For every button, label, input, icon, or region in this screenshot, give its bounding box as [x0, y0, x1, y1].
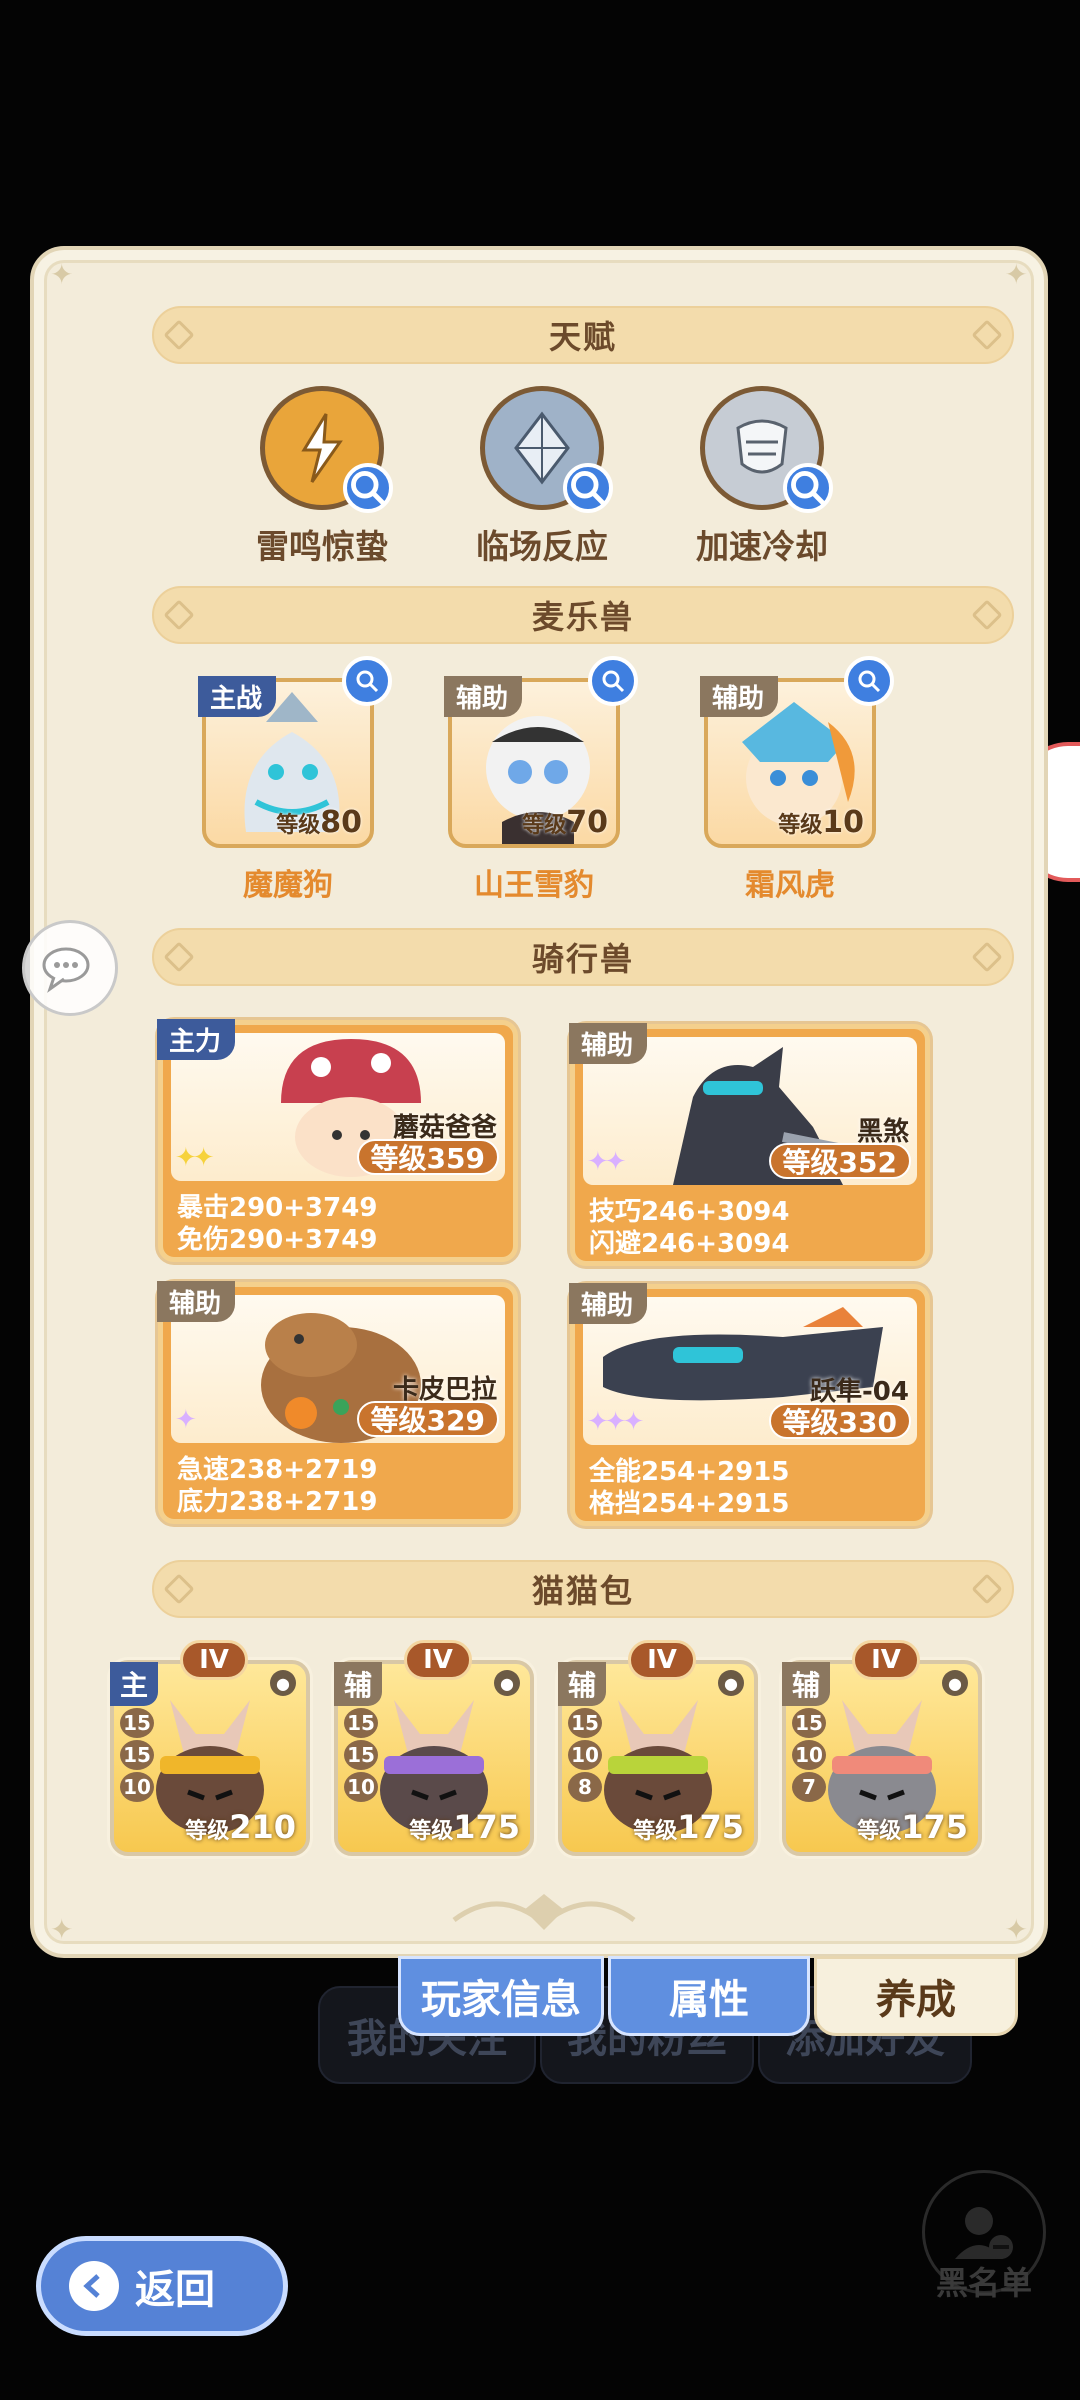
mount-role-badge: 主力: [157, 1019, 236, 1060]
mount-stat: 免伤290+3749: [177, 1225, 378, 1255]
bag-stat-num: 15: [344, 1708, 378, 1738]
armor-icon: [700, 386, 833, 513]
mount-stat: 格挡254+2915: [589, 1489, 790, 1519]
blacklist-label: 黑名单: [935, 2264, 1032, 2302]
corner-ornament-icon: ✦: [50, 258, 74, 291]
star-icon: ✦✦: [175, 1143, 215, 1173]
search-icon[interactable]: [343, 463, 393, 513]
search-icon[interactable]: [563, 463, 613, 513]
bag-level: 等级175: [409, 1808, 520, 1846]
bag-stat-num: 15: [120, 1708, 154, 1738]
thunder-icon: [260, 386, 393, 513]
pet-role-badge: 辅助: [700, 676, 779, 717]
talent-item[interactable]: 加速冷却: [662, 386, 862, 568]
mount-card[interactable]: 辅助 黑煞 等级352 ✦✦ 技巧246+3094 闪避246+3094: [569, 1023, 930, 1266]
bag-level: 等级210: [185, 1808, 296, 1846]
pet-name: 山王雪豹: [474, 868, 594, 903]
corner-ornament-icon: ✦: [1004, 258, 1028, 291]
chat-icon: [42, 947, 90, 993]
pet-name: 霜风虎: [745, 868, 835, 903]
bag-stat-num: 15: [568, 1708, 602, 1738]
pet-card[interactable]: 等级80 主战 魔魔狗: [198, 656, 392, 904]
chat-button[interactable]: [22, 920, 118, 1016]
bag-stat-num: 10: [568, 1740, 602, 1770]
pet-card[interactable]: 等级10 辅助 霜风虎: [700, 656, 894, 904]
tab-player-info[interactable]: 玩家信息: [398, 1956, 604, 2036]
mount-level: 等级352: [768, 1143, 911, 1179]
talent-label: 加速冷却: [696, 527, 828, 566]
section-header-talents: 天赋: [152, 306, 1014, 364]
pet-card[interactable]: 等级70 辅助 山王雪豹: [444, 656, 638, 904]
mount-level: 等级359: [356, 1139, 499, 1175]
search-icon[interactable]: [844, 656, 894, 706]
cultivation-panel: ✦ ✦ ✦ ✦ 天赋 雷鸣惊蛰 临场反应 加速冷却 麦乐兽 等级80 主战 魔魔…: [30, 246, 1048, 1958]
cat-bag-card[interactable]: IV 辅 ● 15 10 7 等级175: [782, 1640, 982, 1856]
section-header-bags: 猫猫包: [152, 1560, 1014, 1618]
mount-card[interactable]: 主力 蘑菇爸爸 等级359 ✦✦ 暴击290+3749 免伤290+3749: [157, 1019, 518, 1262]
star-icon: ✦: [175, 1405, 197, 1435]
bag-level: 等级175: [857, 1808, 968, 1846]
star-icon: ✦✦: [587, 1147, 627, 1177]
pet-role-badge: 辅助: [444, 676, 523, 717]
talent-label: 临场反应: [476, 527, 608, 566]
tab-cultivation[interactable]: 养成: [814, 1956, 1018, 2036]
bag-stat-num: 8: [568, 1772, 602, 1802]
crystal-icon: [480, 386, 613, 513]
mount-stat: 闪避246+3094: [589, 1229, 790, 1259]
mount-card[interactable]: 辅助 卡皮巴拉 等级329 ✦ 急速238+2719 底力238+2719: [157, 1281, 518, 1524]
bag-stat-num: 10: [120, 1772, 154, 1802]
search-icon[interactable]: [783, 463, 833, 513]
section-header-mounts: 骑行兽: [152, 928, 1014, 986]
mount-level: 等级329: [356, 1401, 499, 1437]
bag-stat-num: 10: [792, 1740, 826, 1770]
back-button[interactable]: 返回: [36, 2236, 288, 2336]
bag-stat-num: 15: [344, 1740, 378, 1770]
pet-role-badge: 主战: [198, 676, 277, 717]
pet-name: 魔魔狗: [243, 868, 333, 903]
pet-level: 等级80: [276, 805, 362, 840]
corner-ornament-icon: ✦: [50, 1913, 74, 1946]
bag-level: 等级175: [633, 1808, 744, 1846]
mount-role-badge: 辅助: [157, 1281, 236, 1322]
bag-stat-num: 15: [120, 1740, 154, 1770]
bag-stat-num: 10: [344, 1772, 378, 1802]
search-icon[interactable]: [342, 656, 392, 706]
section-header-pets: 麦乐兽: [152, 586, 1014, 644]
mount-level: 等级330: [768, 1403, 911, 1439]
talent-item[interactable]: 雷鸣惊蛰: [222, 386, 422, 568]
panel-ornament-icon: [452, 1894, 636, 1930]
mount-role-badge: 辅助: [569, 1023, 648, 1064]
star-icon: ✦✦✦: [587, 1407, 644, 1437]
mount-role-badge: 辅助: [569, 1283, 648, 1324]
back-arrow-icon: [69, 2261, 119, 2311]
search-icon[interactable]: [588, 656, 638, 706]
game-screen: 我的关注 我的粉丝 添加好友 黑名单 ✦ ✦ ✦ ✦ 天赋 雷鸣惊蛰 临场反应 …: [0, 0, 1080, 2400]
tab-attributes[interactable]: 属性: [608, 1956, 810, 2036]
cat-bag-card[interactable]: IV 主 ● 15 15 10 等级210: [110, 1640, 310, 1856]
mount-card[interactable]: 辅助 跃隼-04 等级330 ✦✦✦ 全能254+2915 格挡254+2915: [569, 1283, 930, 1526]
cat-bag-card[interactable]: IV 辅 ● 15 15 10 等级175: [334, 1640, 534, 1856]
back-label: 返回: [135, 2267, 215, 2313]
talent-item[interactable]: 临场反应: [442, 386, 642, 568]
pet-level: 等级70: [522, 805, 608, 840]
corner-ornament-icon: ✦: [1004, 1913, 1028, 1946]
bag-stat-num: 15: [792, 1708, 826, 1738]
cat-bag-card[interactable]: IV 辅 ● 15 10 8 等级175: [558, 1640, 758, 1856]
mount-stat: 底力238+2719: [177, 1487, 378, 1517]
pet-level: 等级10: [778, 805, 864, 840]
bag-stat-num: 7: [792, 1772, 826, 1802]
talent-label: 雷鸣惊蛰: [256, 527, 388, 566]
